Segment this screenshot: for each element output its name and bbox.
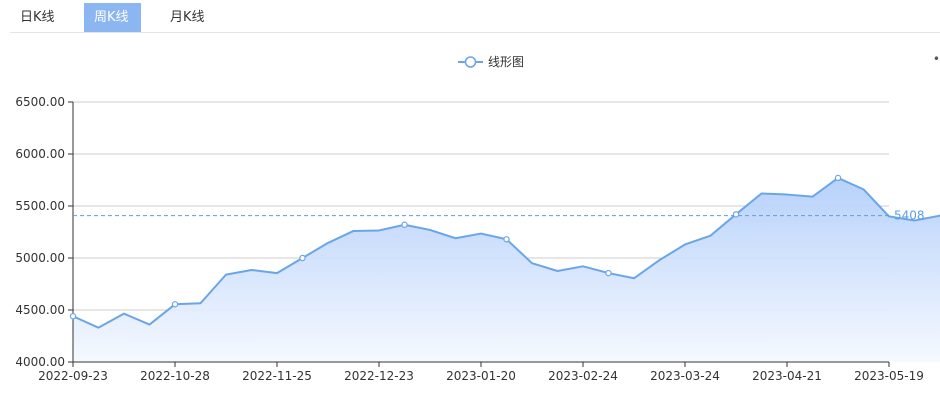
data-point-marker [171, 301, 179, 308]
x-tick-label: 2022-11-25 [242, 369, 312, 383]
x-tick-label: 2023-03-24 [650, 369, 720, 383]
y-tick-label: 5500.00 [15, 199, 65, 213]
x-tick-label: 2023-02-24 [548, 369, 618, 383]
legend-circle-icon [464, 56, 477, 68]
x-tick-label: 2022-09-23 [38, 369, 108, 383]
x-tick-label: 2023-05-19 [854, 369, 924, 383]
data-point-marker [732, 211, 740, 218]
legend-label: 线形图 [488, 55, 524, 69]
y-tick-label: 4500.00 [15, 303, 65, 317]
y-tick-label: 6000.00 [15, 147, 65, 161]
x-tick-label: 2023-01-20 [446, 369, 516, 383]
y-tick-label: 5000.00 [15, 251, 65, 265]
data-point-marker [503, 236, 510, 243]
data-point-marker [834, 174, 842, 182]
x-tick-label: 2023-04-21 [752, 369, 822, 383]
legend[interactable]: 线形图 [458, 55, 524, 69]
data-point-marker [401, 221, 408, 228]
y-tick-label: 4000.00 [15, 355, 65, 369]
x-tick-label: 2022-10-28 [140, 369, 210, 383]
data-point-marker [299, 254, 306, 262]
mark-line-label: 5408 [894, 209, 925, 223]
data-point-marker [605, 269, 612, 277]
y-tick-label: 6500.00 [15, 95, 65, 109]
x-tick-label: 2022-12-23 [344, 369, 414, 383]
weekly-k-chart: 6500.00 6000.00 5500.00 5000.00 4500.00 4000.… [15, 55, 940, 383]
data-point-marker [69, 313, 77, 320]
